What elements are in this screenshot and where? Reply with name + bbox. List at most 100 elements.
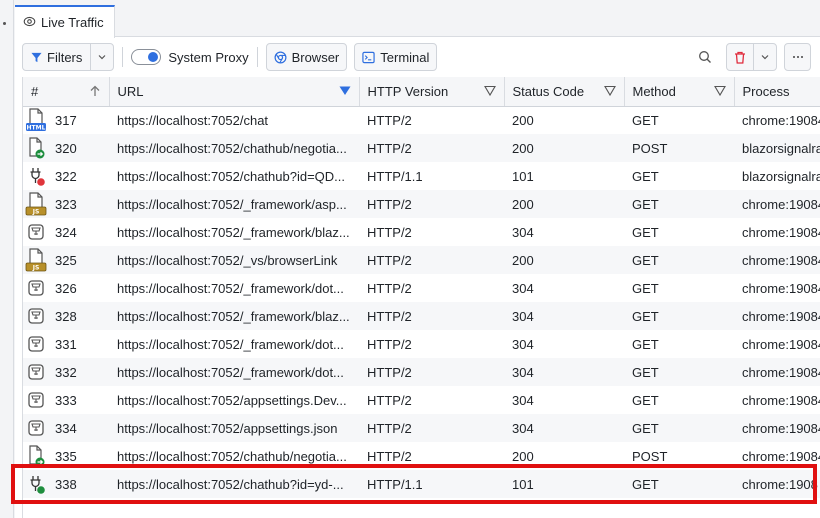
request-id: 334 — [55, 420, 77, 436]
left-sidebar-edge — [0, 0, 14, 518]
cell-url: https://localhost:7052/_framework/dot... — [117, 336, 344, 352]
cell-http-version: HTTP/2 — [367, 280, 412, 296]
cell-status-code: 101 — [504, 470, 624, 498]
table-row-highlighted[interactable]: 338 https://localhost:7052/chathub?id=yd-… — [23, 470, 820, 498]
table-row[interactable]: HTML 317 https://localhost:7052/chat HTTP/2… — [23, 106, 820, 134]
request-id: 322 — [55, 168, 77, 184]
table-row[interactable]: 333 https://localhost:7052/appsettings.De… — [23, 386, 820, 414]
table-row[interactable]: 335 https://localhost:7052/chathub/negoti… — [23, 442, 820, 470]
cell-status-code: 304 — [512, 280, 534, 296]
cell-method: GET — [624, 414, 734, 442]
cell-number: 334 — [23, 414, 109, 442]
table-row[interactable]: 322 https://localhost:7052/chathub?id=QD.… — [23, 162, 820, 190]
delete-button[interactable] — [727, 44, 753, 70]
terminal-button[interactable]: Terminal — [354, 43, 438, 71]
filter-icon — [31, 52, 42, 62]
filters-button[interactable]: Filters — [23, 44, 90, 70]
cell-url: https://localhost:7052/chathub?id=QD... — [117, 168, 346, 184]
filters-dropdown-button[interactable] — [90, 44, 113, 70]
table-row[interactable]: 324 https://localhost:7052/_framework/bla… — [23, 218, 820, 246]
filters-label: Filters — [47, 49, 83, 65]
request-id: 324 — [55, 224, 77, 240]
cell-url: https://localhost:7052/appsettings.Dev..… — [117, 392, 347, 408]
cell-url: https://localhost:7052/_vs/browserLink — [109, 246, 359, 274]
cell-process: chrome:19084 — [734, 190, 820, 218]
table-row[interactable]: 332 https://localhost:7052/_framework/dot… — [23, 358, 820, 386]
tab-live-traffic[interactable]: Live Traffic — [15, 5, 115, 38]
cell-status-code: 200 — [512, 448, 534, 464]
file-redirect-icon — [25, 444, 47, 468]
toolbar-divider — [122, 47, 124, 67]
column-header-status-code[interactable]: Status Code — [504, 77, 625, 107]
cell-url: https://localhost:7052/_framework/dot... — [109, 358, 359, 386]
column-label: Process — [742, 83, 790, 99]
cell-method: POST — [632, 448, 668, 464]
cached-icon — [25, 416, 47, 440]
cell-status-code: 304 — [504, 414, 624, 442]
cached-icon — [25, 360, 47, 384]
cell-method: GET — [624, 470, 734, 498]
system-proxy-toggle[interactable] — [131, 49, 162, 65]
system-proxy-label: System Proxy — [168, 49, 249, 65]
request-id: 335 — [55, 448, 77, 464]
ellipsis-icon — [792, 56, 803, 58]
cell-process: chrome:19084 — [734, 302, 820, 330]
table-row[interactable]: 334 https://localhost:7052/appsettings.js… — [23, 414, 820, 442]
cell-number: HTML 317 — [23, 106, 109, 134]
trash-icon — [735, 51, 745, 64]
more-options-button[interactable] — [784, 43, 811, 71]
filter-active-icon[interactable] — [339, 85, 351, 97]
cell-status-code: 200 — [504, 134, 624, 162]
cell-method: GET — [632, 392, 659, 408]
cell-url: https://localhost:7052/_framework/asp... — [109, 190, 359, 218]
column-label: URL — [117, 83, 144, 99]
cell-http-version: HTTP/2 — [359, 246, 504, 274]
cell-status-code: 304 — [512, 336, 534, 352]
cell-process: chrome:19084 — [734, 358, 820, 386]
cell-method: GET — [624, 302, 734, 330]
sidebar-dot — [3, 22, 6, 25]
cell-url: https://localhost:7052/_framework/blaz..… — [117, 224, 350, 240]
websocket-plug-open-icon — [25, 472, 47, 496]
cell-process: chrome:19084 — [742, 336, 820, 352]
column-header-process[interactable]: Process — [734, 77, 820, 107]
tab-bar: Live Traffic — [15, 0, 820, 38]
column-header-number[interactable]: # — [23, 77, 110, 107]
html-file-icon: HTML — [25, 108, 47, 132]
filter-icon[interactable] — [713, 85, 726, 97]
sort-ascending-icon[interactable] — [89, 85, 101, 97]
column-label: HTTP Version — [367, 83, 449, 99]
cell-status-code: 304 — [512, 224, 534, 240]
browser-label: Browser — [291, 49, 340, 65]
svg-text:JS: JS — [32, 265, 40, 272]
table-row[interactable]: 331 https://localhost:7052/_framework/dot… — [23, 330, 820, 358]
table-row[interactable]: 326 https://localhost:7052/_framework/dot… — [23, 274, 820, 302]
table-row[interactable]: 328 https://localhost:7052/_framework/bla… — [23, 302, 820, 330]
browser-button[interactable]: Browser — [265, 43, 348, 71]
cell-status-code: 304 — [504, 302, 624, 330]
cell-number: 328 — [23, 302, 109, 330]
filter-icon[interactable] — [483, 85, 496, 97]
cell-number: 320 — [23, 134, 109, 162]
column-header-method[interactable]: Method — [624, 77, 735, 107]
table-row[interactable]: JS 323 https://localhost:7052/_framework/a… — [23, 190, 820, 218]
request-id: 317 — [55, 112, 77, 128]
filters-split-button: Filters — [22, 43, 115, 71]
cell-http-version: HTTP/2 — [367, 112, 412, 128]
delete-dropdown-button[interactable] — [753, 44, 776, 70]
filter-icon[interactable] — [603, 85, 616, 97]
search-button[interactable] — [697, 49, 713, 65]
cell-http-version: HTTP/1.1 — [359, 470, 504, 498]
request-id: 325 — [55, 252, 77, 268]
table-row[interactable]: 320 https://localhost:7052/chathub/negoti… — [23, 134, 820, 162]
column-header-http-version[interactable]: HTTP Version — [359, 77, 505, 107]
table-row[interactable]: JS 325 https://localhost:7052/_vs/browserL… — [23, 246, 820, 274]
cell-process: chrome:19084 — [742, 224, 820, 240]
cell-number: JS 325 — [23, 246, 109, 274]
cached-icon — [25, 304, 47, 328]
column-header-url[interactable]: URL — [109, 77, 360, 107]
request-id: 332 — [55, 364, 77, 380]
cell-method: GET — [632, 168, 659, 184]
cell-method: GET — [632, 336, 659, 352]
search-icon — [699, 51, 711, 63]
